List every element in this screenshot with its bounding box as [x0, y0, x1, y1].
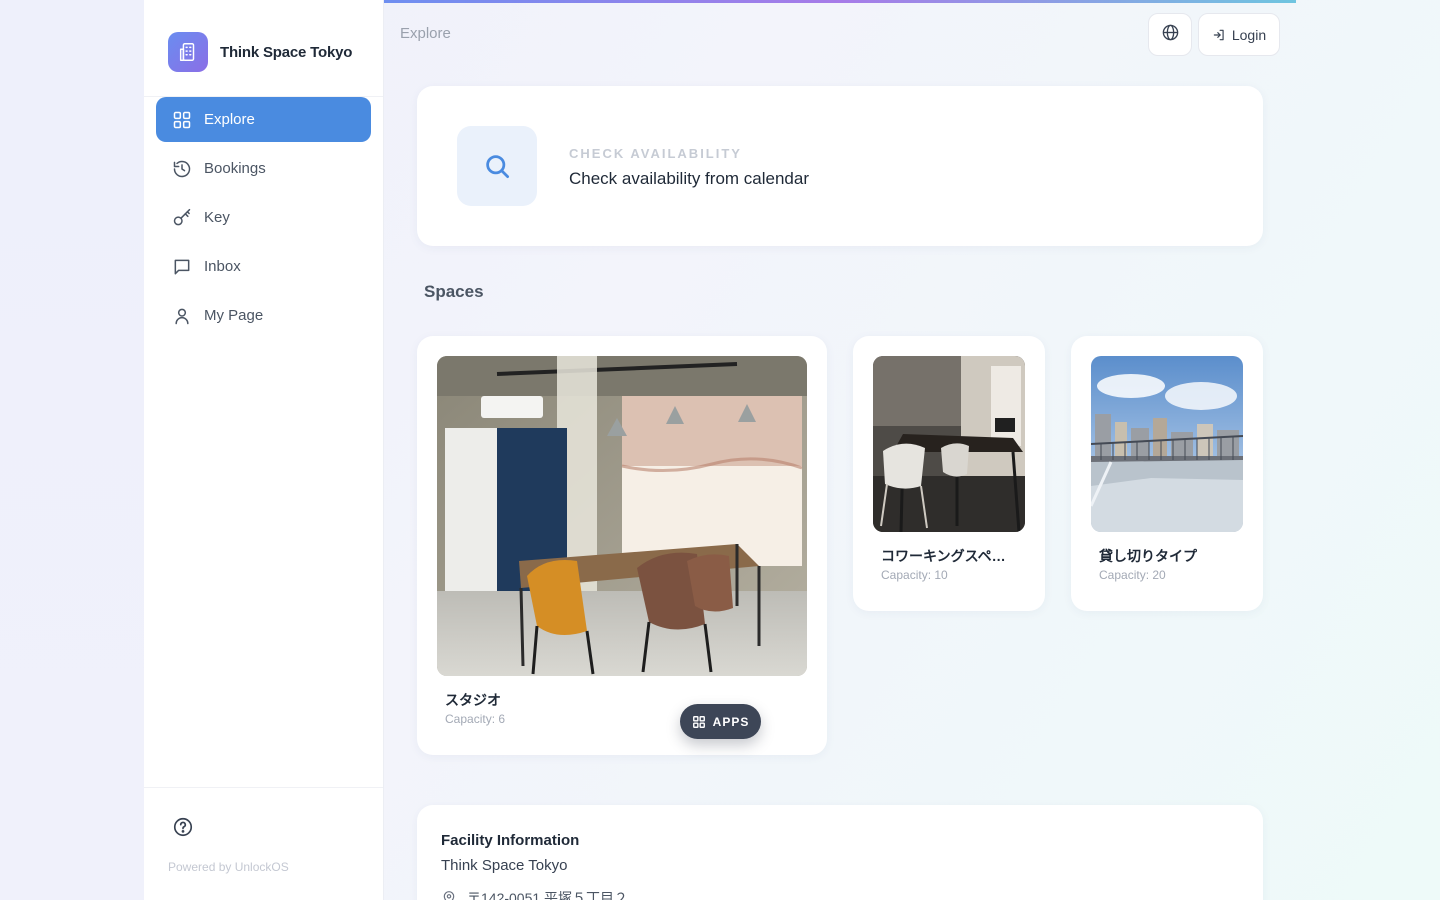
key-icon — [172, 208, 192, 228]
space-capacity: Capacity: 20 — [1099, 568, 1166, 582]
sidebar-item-label: Key — [204, 209, 230, 226]
sidebar-item-label: Bookings — [204, 160, 266, 177]
sidebar: Think Space Tokyo Explore Bookings Key I… — [144, 0, 384, 900]
space-photo — [873, 356, 1025, 532]
help-icon[interactable] — [172, 816, 194, 838]
availability-title: Check availability from calendar — [569, 169, 809, 188]
left-gutter — [0, 0, 144, 900]
space-photo — [1091, 356, 1243, 532]
sidebar-item-key[interactable]: Key — [156, 195, 371, 240]
user-icon — [172, 306, 192, 326]
search-icon — [457, 126, 537, 206]
facility-address-text: 〒142-0051 平塚５丁目２ — [467, 890, 629, 900]
sidebar-item-my-page[interactable]: My Page — [156, 293, 371, 338]
space-card[interactable]: コワーキングスペ… Capacity: 10 — [853, 336, 1045, 611]
sidebar-item-label: Inbox — [204, 258, 241, 275]
sidebar-item-label: Explore — [204, 111, 255, 128]
facility-address[interactable]: 〒142-0051 平塚５丁目２ — [441, 888, 628, 900]
history-icon — [172, 159, 192, 179]
space-card[interactable]: 貸し切りタイプ Capacity: 20 — [1071, 336, 1263, 611]
spaces-title: Spaces — [424, 282, 484, 301]
brand[interactable]: Think Space Tokyo — [168, 32, 352, 72]
breadcrumb: Explore — [400, 25, 451, 42]
building-icon — [168, 32, 208, 72]
login-button[interactable]: Login — [1198, 13, 1280, 56]
divider — [144, 787, 383, 788]
availability-card[interactable]: CHECK AVAILABILITY Check availability fr… — [417, 86, 1263, 246]
brand-name: Think Space Tokyo — [220, 43, 353, 61]
language-button[interactable] — [1148, 13, 1192, 56]
space-name: コワーキングスペ… — [881, 548, 1006, 564]
space-card[interactable]: スタジオ Capacity: 6 — [417, 336, 827, 755]
availability-kicker: CHECK AVAILABILITY — [569, 146, 742, 161]
map-pin-icon — [441, 890, 457, 900]
sidebar-item-inbox[interactable]: Inbox — [156, 244, 371, 289]
space-name: 貸し切りタイプ — [1099, 548, 1197, 564]
facility-card: Facility Information Think Space Tokyo 〒… — [417, 805, 1263, 900]
top-progress-bar — [384, 0, 1296, 3]
grid-icon — [172, 110, 192, 130]
space-photo — [437, 356, 807, 676]
facility-title: Facility Information — [441, 832, 580, 849]
space-capacity: Capacity: 6 — [445, 712, 506, 726]
sidebar-item-explore[interactable]: Explore — [156, 97, 371, 142]
login-icon — [1212, 28, 1226, 42]
space-capacity: Capacity: 10 — [881, 568, 948, 582]
apps-button[interactable]: APPS — [680, 704, 761, 739]
facility-name: Think Space Tokyo — [441, 857, 568, 874]
space-name: スタジオ — [445, 692, 501, 708]
message-icon — [172, 257, 192, 277]
powered-by: Powered by UnlockOS — [168, 860, 289, 874]
sidebar-nav: Explore Bookings Key Inbox My Page — [156, 97, 371, 342]
grid-icon — [692, 715, 706, 729]
apps-label: APPS — [712, 714, 750, 729]
sidebar-item-label: My Page — [204, 307, 264, 324]
login-label: Login — [1231, 26, 1267, 43]
globe-icon — [1161, 23, 1180, 47]
sidebar-item-bookings[interactable]: Bookings — [156, 146, 371, 191]
